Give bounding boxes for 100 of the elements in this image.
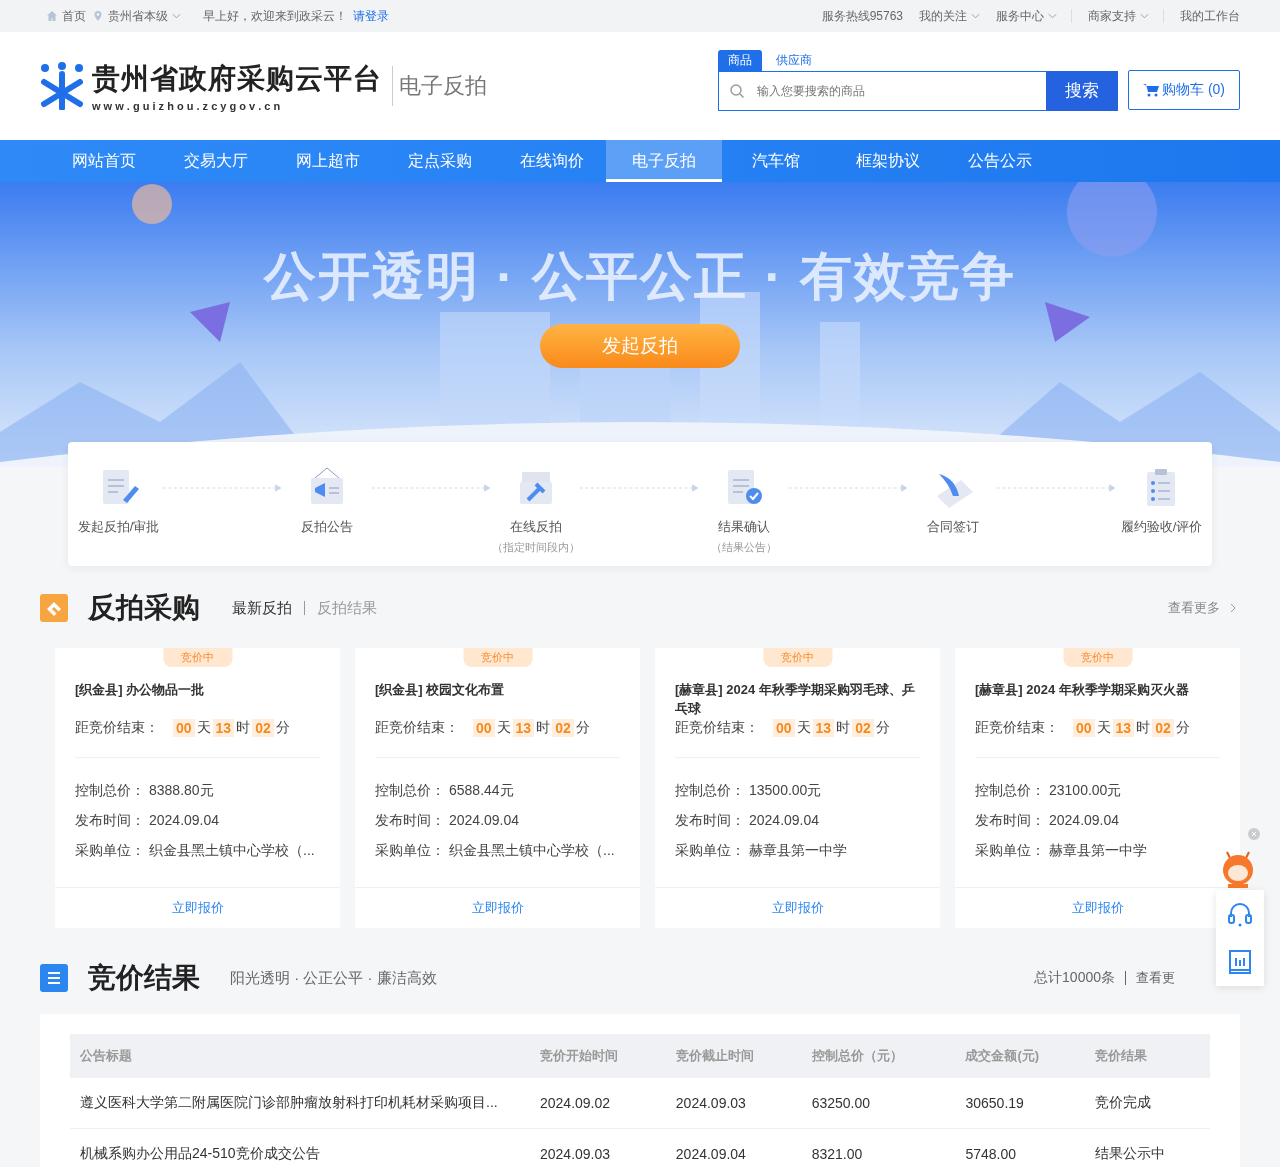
start-auction-button[interactable]: 发起反拍 [540,324,740,368]
countdown-value: 00 [473,719,495,737]
view-more-link[interactable]: 查看更多 [1168,599,1236,617]
countdown-unit: 天 [196,719,211,737]
column-header: 竞价截止时间 [665,1034,802,1078]
countdown-unit: 时 [836,719,851,737]
countdown-unit: 时 [536,719,551,737]
cart-icon [1143,83,1159,97]
step-note: （结果公告） [711,540,778,555]
search-tab[interactable]: 供应商 [766,49,822,71]
countdown-value: 00 [1073,719,1095,737]
section-title: 反拍采购 [88,591,200,625]
table-cell: 8321.00 [801,1128,956,1167]
countdown-value: 13 [1112,719,1135,737]
quote-now-link[interactable]: 立即报价 [771,899,824,917]
quote-now-link[interactable]: 立即报价 [171,899,224,917]
field-label: 采购单位： [75,842,146,860]
field-value: 2024.09.04 [1049,812,1120,830]
nav-item[interactable]: 电子反拍 [606,140,722,182]
field-label: 采购单位： [975,842,1046,860]
field-label: 控制总价： [975,782,1046,800]
countdown-unit: 天 [796,719,811,737]
countdown-label: 距竞价结束： [975,719,1059,737]
login-link[interactable]: 请登录 [353,7,389,25]
field-label: 控制总价： [675,782,746,800]
logo-title: 贵州省政府采购云平台 [92,62,382,96]
card-title: [织金县] 办公物品一批 [75,681,206,699]
location-pin-icon [92,10,104,22]
search-button[interactable]: 搜索 [1046,70,1118,111]
top-link[interactable]: 我的关注 [919,7,967,25]
countdown-label: 距竞价结束： [75,719,159,737]
table-cell: 竞价完成 [1085,1078,1210,1129]
section-tab[interactable]: 反拍结果 [317,598,377,618]
section-tab[interactable]: 最新反拍 [232,598,292,618]
step-label: 发起反拍/审批 [77,518,160,536]
field-label: 发布时间： [75,812,146,830]
quote-now-link[interactable]: 立即报价 [1071,899,1124,917]
column-header: 控制总价（元） [801,1034,956,1078]
countdown-value: 02 [852,719,874,737]
document-list-icon [40,964,68,992]
home-link[interactable]: 首页 [62,7,86,25]
step-label: 合同签订 [926,518,979,536]
field-value: 2024.09.04 [149,812,220,830]
countdown-unit: 分 [875,719,890,737]
quote-now-link[interactable]: 立即报价 [471,899,524,917]
table-cell: 2024.09.03 [530,1128,666,1167]
cart-button[interactable]: 购物车 (0) [1128,70,1240,110]
top-link[interactable]: 我的工作台 [1180,7,1240,25]
table-cell: 机械系购办公用品24-510竞价成交公告 [70,1128,530,1167]
table-cell: 5748.00 [955,1128,1086,1167]
countdown-value: 02 [252,719,274,737]
field-label: 发布时间： [675,812,746,830]
field-value: 织金县黑土镇中心学校（... [149,842,315,860]
status-badge: 竞价中 [463,648,532,667]
countdown-value: 00 [773,719,795,737]
field-value: 13500.00元 [749,782,822,800]
search-box[interactable]: 输入您要搜索的商品 [718,70,1046,111]
countdown-unit: 分 [1175,719,1190,737]
status-badge: 竞价中 [763,648,832,667]
field-value: 赫章县第一中学 [749,842,847,860]
field-label: 控制总价： [375,782,446,800]
countdown-value: 13 [212,719,235,737]
bar-chart-book-icon[interactable] [1226,948,1254,976]
countdown-value: 00 [173,719,195,737]
top-link[interactable]: 服务中心 [996,7,1044,25]
field-value: 织金县黑土镇中心学校（... [449,842,615,860]
status-badge: 竞价中 [1063,648,1132,667]
headset-icon[interactable] [1226,900,1254,928]
top-link[interactable]: 服务热线95763 [821,7,903,25]
status-badge: 竞价中 [163,648,232,667]
countdown-value: 02 [1152,719,1174,737]
search-tab[interactable]: 商品 [718,49,762,71]
card-title: [赫章县] 2024 年秋季学期采购羽毛球、乒乓球 [675,681,916,718]
countdown-unit: 时 [236,719,251,737]
region-selector[interactable]: 贵州省本级 [108,7,168,25]
column-header: 竞价结果 [1085,1034,1210,1078]
hammer-tag-icon [40,594,68,622]
home-icon [46,10,58,22]
banner-slogan: 公开透明 · 公平公正 · 有效竞争 [263,246,1017,307]
table-cell: 结果公示中 [1085,1128,1210,1167]
field-label: 控制总价： [75,782,146,800]
top-link[interactable]: 商家支持 [1088,7,1136,25]
greeting-text: 早上好，欢迎来到政采云！ [203,7,347,25]
countdown-unit: 分 [275,719,290,737]
table-cell: 30650.19 [955,1078,1086,1129]
field-label: 发布时间： [975,812,1046,830]
column-header: 公告标题 [70,1034,530,1078]
step-label: 反拍公告 [301,518,354,536]
countdown-unit: 分 [575,719,590,737]
chevron-down-icon [1048,13,1057,19]
search-icon [729,82,745,99]
view-more-link[interactable]: 查看更 [1136,969,1175,987]
card-title: [织金县] 校园文化布置 [375,681,506,699]
field-value: 6588.44元 [449,782,514,800]
countdown-unit: 天 [496,719,511,737]
countdown-value: 13 [812,719,835,737]
countdown-unit: 天 [1096,719,1111,737]
total-count: 总计10000条 [1034,969,1115,987]
chevron-down-icon [1140,13,1149,19]
field-value: 8388.80元 [149,782,214,800]
